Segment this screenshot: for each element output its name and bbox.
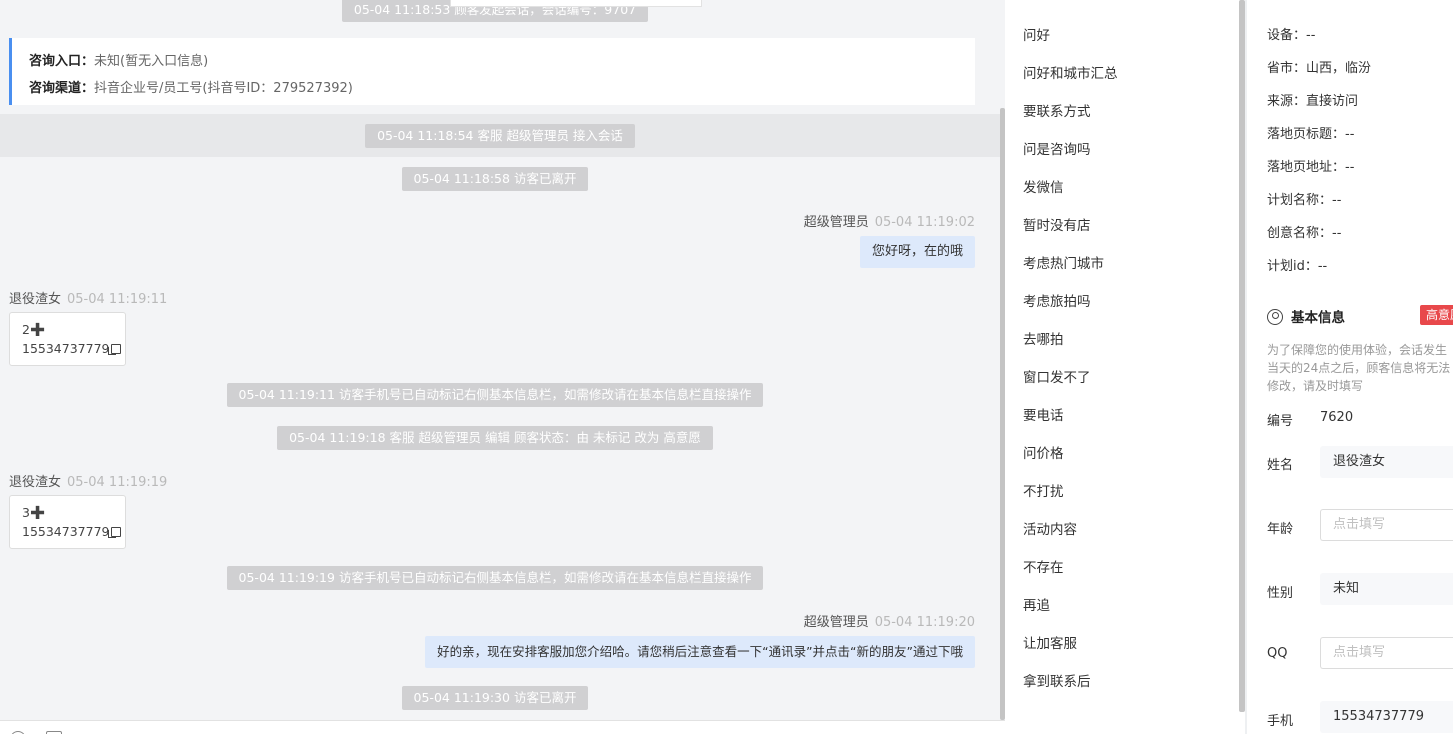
quick-reply-item[interactable]: 活动内容 [1023,518,1077,538]
system-message-text: 05-04 11:19:18 客服 超级管理员 编辑 顾客状态：由 未标记 改为… [277,426,713,450]
message-time: 05-04 11:19:11 [67,292,168,307]
basic-info-title-text: 基本信息 [1291,310,1345,326]
quick-reply-panel: 问好问好和城市汇总 要联系方式问是咨询吗发微信暂时没有店考虑热门城市 考虑旅拍吗去哪… [1007,0,1239,720]
agent-name: 超级管理员 [803,615,869,630]
name-value: 退役渣女 [1333,454,1386,469]
name-label: 姓名 [1267,458,1294,473]
plus-icon: ✚ [29,320,46,341]
copy-icon[interactable] [108,527,122,538]
phone-field[interactable]: 15534737779 [1320,701,1453,733]
consult-channel-label: 咨询渠道： [29,81,95,96]
consult-entry-label: 咨询入口： [29,54,95,69]
quick-reply-item[interactable]: 问好和城市汇总 [1023,62,1118,82]
gender-label: 性别 [1267,586,1294,601]
agent-message-bubble: 好的亲，现在安排客服加您介绍哈。请您稍后注意查看一下“通讯录”并点击“新的朋友”… [425,636,975,668]
visitor-message-prefix: 3 [22,505,30,520]
quick-reply-item[interactable]: 要电话 [1023,404,1064,424]
info-plan-id: 计划id：-- [1267,259,1328,274]
chat-panel[interactable]: 05-04 11:18:53 顾客发起会话，会话编号：9707 咨询入口：未知(… [0,0,1005,720]
system-message-left: 05-04 11:18:58 访客已离开 [0,167,990,191]
quick-reply-item[interactable]: 问是咨询吗 [1023,138,1091,158]
info-region: 省市：山西，临汾 [1267,61,1372,76]
quick-reply-item[interactable]: 暂时没有店 [1023,214,1091,234]
plus-icon: ✚ [29,503,46,524]
gender-select[interactable]: 未知 [1320,573,1453,605]
quick-reply-item[interactable]: 问好 [1023,24,1050,44]
quick-reply-item[interactable]: 窗口发不了 [1023,366,1091,386]
system-message-text: 05-04 11:19:19 访客手机号已自动标记右侧基本信息栏，如需修改请在基… [226,566,764,590]
age-input[interactable] [1333,517,1453,532]
system-message-text: 05-04 11:18:58 访客已离开 [401,167,589,191]
name-field[interactable]: 退役渣女 [1320,446,1453,478]
copy-icon[interactable] [108,344,122,355]
input-toolbar [0,720,1005,734]
quick-reply-item[interactable]: 考虑热门城市 [1023,252,1104,272]
quick-reply-item[interactable]: 让加客服 [1023,632,1077,652]
info-landing-title: 落地页标题：-- [1267,127,1355,142]
visitor-message-header: 退役渣女 05-04 11:19:11 [9,288,167,307]
system-message-text: 05-04 11:19:30 访客已离开 [401,686,589,710]
quick-reply-item[interactable]: 去哪拍 [1023,328,1064,348]
info-plan-name: 计划名称：-- [1267,193,1342,208]
phone-label: 手机 [1267,714,1294,729]
age-label: 年龄 [1267,522,1294,537]
qq-label: QQ [1267,646,1288,661]
quick-reply-item[interactable]: 要联系方式 [1023,100,1091,120]
info-landing-url: 落地页地址：-- [1267,160,1355,175]
visitor-message-card: 3✚ 15534737779 [9,495,126,549]
system-message-auto-mark: 05-04 11:19:19 访客手机号已自动标记右侧基本信息栏，如需修改请在基… [0,566,990,590]
id-value: 7620 [1320,410,1354,425]
system-message-left: 05-04 11:19:30 访客已离开 [0,686,990,710]
quick-reply-item[interactable]: 问价格 [1023,442,1064,462]
phone-value: 15534737779 [1333,709,1424,724]
system-message-auto-mark: 05-04 11:19:11 访客手机号已自动标记右侧基本信息栏，如需修改请在基… [0,383,990,407]
chat-scrollbar[interactable] [1000,108,1005,720]
age-field[interactable] [1320,509,1453,541]
message-time: 05-04 11:19:19 [67,475,168,490]
agent-name: 超级管理员 [803,215,869,230]
system-message-accept: 05-04 11:18:54 客服 超级管理员 接入会话 [0,114,1000,157]
info-creative-name: 创意名称：-- [1267,226,1342,241]
system-message-text: 05-04 11:18:54 客服 超级管理员 接入会话 [365,124,635,148]
quick-reply-item[interactable]: 拿到联系后 [1023,670,1091,690]
visitor-phone-text: 15534737779 [22,524,110,539]
visitor-message-prefix: 2 [22,322,30,337]
consult-entry-value: 未知(暂无入口信息) [94,54,209,69]
quick-reply-item[interactable]: 考虑旅拍吗 [1023,290,1091,310]
visitor-message-header: 退役渣女 05-04 11:19:19 [9,471,167,490]
agent-message-header: 超级管理员 05-04 11:19:02 [804,211,975,230]
basic-info-title: 基本信息 [1267,306,1345,326]
quick-reply-item[interactable]: 发微信 [1023,176,1064,196]
message-time: 05-04 11:19:02 [874,215,975,230]
visitor-phone-text: 15534737779 [22,341,110,356]
quick-reply-item[interactable]: 不存在 [1023,556,1064,576]
visitor-name: 退役渣女 [9,475,62,490]
qq-input[interactable] [1333,645,1453,660]
visitor-info-panel: 设备：-- 省市：山西，临汾 来源：直接访问 落地页标题：-- 落地页地址：--… [1247,0,1453,734]
visitor-name: 退役渣女 [9,292,62,307]
qq-field[interactable] [1320,637,1453,669]
quick-reply-item[interactable]: 不打扰 [1023,480,1064,500]
id-label: 编号 [1267,414,1294,429]
consult-info-card: 咨询入口：未知(暂无入口信息) 咨询渠道：抖音企业号/员工号(抖音号ID：279… [9,38,975,105]
agent-message-header: 超级管理员 05-04 11:19:20 [804,611,975,630]
gender-value: 未知 [1333,581,1360,596]
info-source: 来源：直接访问 [1267,94,1359,109]
agent-message-text: 您好呀，在的哦 [871,244,963,259]
system-message-text: 05-04 11:19:11 访客手机号已自动标记右侧基本信息栏，如需修改请在基… [226,383,764,407]
consult-channel-value: 抖音企业号/员工号(抖音号ID：279527392) [94,81,353,96]
agent-message-text: 好的亲，现在安排客服加您介绍哈。请您稍后注意查看一下“通讯录”并点击“新的朋友”… [437,644,963,659]
user-icon [1267,309,1283,325]
message-time: 05-04 11:19:20 [874,615,975,630]
edit-notice: 为了保障您的使用体验，会话发生当天的24点之后，顾客信息将无法修改，请及时填写 [1267,343,1451,393]
quick-reply-item[interactable]: 再追 [1023,594,1050,614]
intent-status-badge[interactable]: 高意愿 [1420,305,1453,325]
dropdown-popup [450,0,702,7]
info-device: 设备：-- [1267,28,1316,43]
agent-message-bubble: 您好呀，在的哦 [859,236,975,268]
system-message-edit: 05-04 11:19:18 客服 超级管理员 编辑 顾客状态：由 未标记 改为… [0,426,990,450]
visitor-message-card: 2✚ 15534737779 [9,312,126,366]
